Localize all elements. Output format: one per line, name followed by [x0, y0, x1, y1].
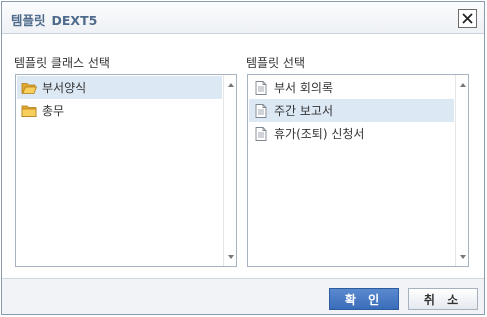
- scroll-down-arrow-icon[interactable]: [456, 250, 468, 263]
- scroll-up-arrow-icon[interactable]: [456, 78, 468, 91]
- scroll-down-arrow-icon[interactable]: [224, 250, 236, 263]
- list-item-template-leave-request[interactable]: 휴가(조퇴) 신청서: [249, 122, 454, 145]
- list-item-class-general-affairs[interactable]: 총무: [17, 99, 222, 122]
- close-button[interactable]: [458, 9, 477, 28]
- dialog-titlebar: 템플릿 DEXT5: [2, 2, 484, 34]
- open-folder-icon: [21, 80, 37, 96]
- list-item-label: 휴가(조퇴) 신청서: [274, 127, 365, 141]
- list-item-class-department[interactable]: 부서양식: [17, 76, 222, 99]
- list-item-label: 총무: [42, 104, 65, 118]
- document-icon: [253, 126, 269, 142]
- list-item-label: 부서양식: [42, 81, 87, 95]
- document-icon: [253, 103, 269, 119]
- vertical-scrollbar[interactable]: [223, 75, 236, 266]
- dialog-footer: 확 인 취 소: [2, 278, 484, 314]
- document-icon: [253, 80, 269, 96]
- list-item-template-meeting-minutes[interactable]: 부서 회의록: [249, 76, 454, 99]
- template-class-list[interactable]: 부서양식 총무: [15, 74, 237, 267]
- close-icon: [462, 13, 473, 24]
- template-class-label: 템플릿 클래스 선택: [14, 56, 110, 70]
- template-select-label: 템플릿 선택: [246, 56, 306, 70]
- ok-button[interactable]: 확 인: [329, 288, 399, 310]
- dialog-title-app-name: DEXT5: [51, 13, 98, 28]
- scroll-up-arrow-icon[interactable]: [224, 78, 236, 91]
- dialog-title: 템플릿 DEXT5: [11, 10, 97, 29]
- vertical-scrollbar[interactable]: [455, 75, 468, 266]
- list-item-label: 주간 보고서: [274, 104, 334, 118]
- list-item-template-weekly-report[interactable]: 주간 보고서: [249, 99, 454, 122]
- template-dialog: 템플릿 DEXT5 템플릿 클래스 선택 템플릿 선택 부서양식 총무 부서 회…: [1, 1, 485, 315]
- list-item-label: 부서 회의록: [274, 81, 334, 95]
- folder-icon: [21, 103, 37, 119]
- dialog-title-label: 템플릿: [11, 13, 46, 28]
- cancel-button[interactable]: 취 소: [408, 288, 478, 310]
- template-list[interactable]: 부서 회의록 주간 보고서 휴가(조퇴) 신청서: [247, 74, 469, 267]
